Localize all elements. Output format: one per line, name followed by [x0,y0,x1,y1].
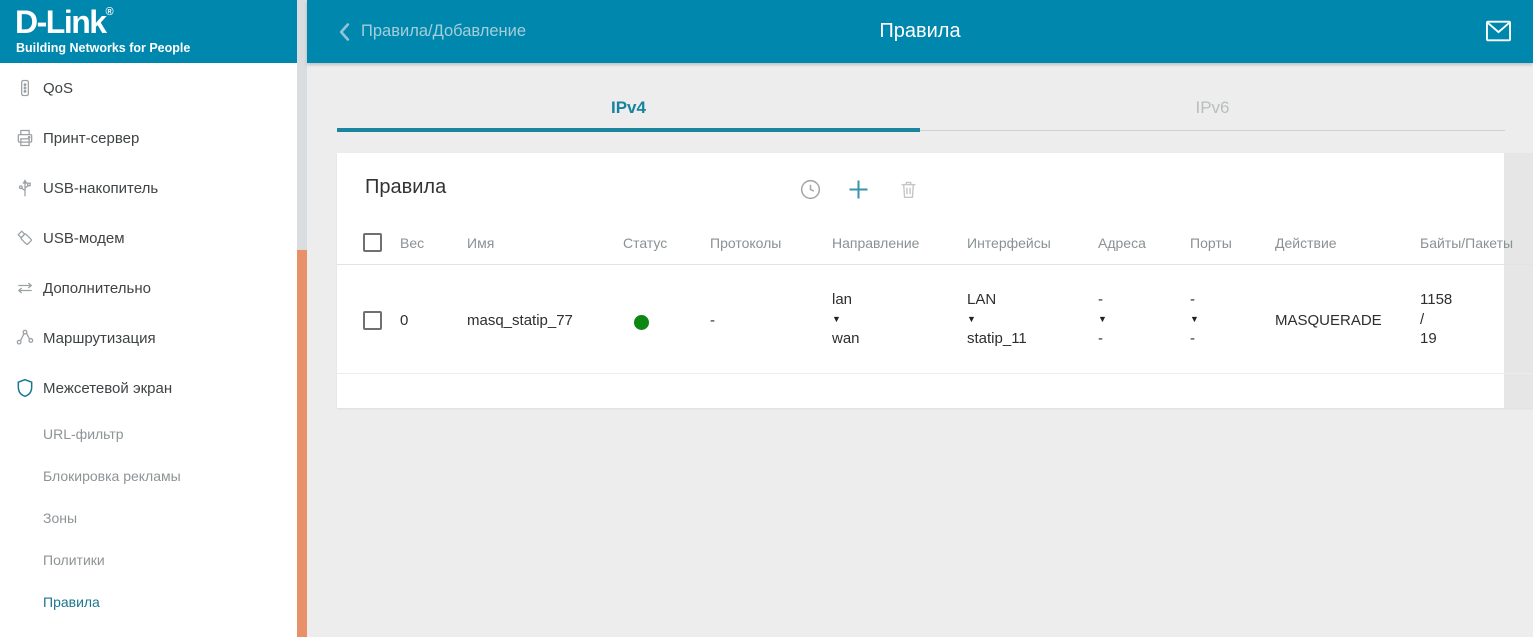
sidebar-scrollbar-thumb[interactable] [297,250,307,637]
mail-button[interactable] [1484,18,1512,44]
cell-ports: - ▼ - [1190,290,1199,349]
sidebar-item-qos[interactable]: QoS [0,63,297,113]
col-header-interfaces: Интерфейсы [967,235,1051,251]
logo-text: D-Link [15,4,106,40]
table-scroll-gutter [1504,153,1533,408]
usb-modem-icon [14,227,36,249]
rules-card: Правила Вес Имя Статус Протоколы Направл… [337,153,1533,408]
sidebar-item-label: Принт-сервер [43,130,139,147]
sidebar-subitem-rules[interactable]: Правила [0,581,297,623]
active-tab-underline [337,128,920,132]
col-header-status: Статус [623,235,667,251]
sidebar-subitem-label: Блокировка рекламы [43,468,181,484]
tab-ipv4[interactable]: IPv4 [337,92,920,124]
select-all-checkbox[interactable] [363,233,382,252]
add-rule-button[interactable] [844,175,872,203]
sidebar-item-usb-modem[interactable]: USB-модем [0,213,297,263]
cell-direction: lan ▼ wan [832,290,860,349]
col-header-ports: Порты [1190,235,1232,251]
col-header-name: Имя [467,235,494,251]
routing-icon [14,327,36,349]
main-content: Правила/Добавление Правила IPv4 IPv6 Пра… [307,0,1533,637]
down-arrow-icon: ▼ [967,310,1027,330]
shield-icon [14,377,36,399]
sidebar-item-label: USB-модем [43,230,125,247]
col-header-bytes-packets: Байты/Пакеты [1420,235,1513,251]
interface-to: statip_11 [967,329,1027,349]
col-header-addresses: Адреса [1098,235,1146,251]
sidebar-subitem-label: Зоны [43,510,77,526]
packets-value: 19 [1420,329,1452,349]
col-header-direction: Направление [832,235,919,251]
cell-interfaces: LAN ▼ statip_11 [967,290,1027,349]
address-to: - [1098,329,1107,349]
sidebar-item-print-server[interactable]: Принт-сервер [0,113,297,163]
sidebar-item-usb-storage[interactable]: USB-накопитель [0,163,297,213]
down-arrow-icon: ▼ [832,310,860,330]
cell-weight: 0 [400,312,408,329]
usb-storage-icon [14,177,36,199]
down-arrow-icon: ▼ [1098,310,1107,330]
sidebar-subitem-policies[interactable]: Политики [0,539,297,581]
card-title: Правила [365,176,446,199]
bytes-separator: / [1420,310,1452,330]
col-header-protocols: Протоколы [710,235,781,251]
delete-button[interactable] [894,175,922,203]
cell-name: masq_statip_77 [467,312,573,329]
cell-bytes-packets: 1158 / 19 [1420,290,1452,349]
sidebar-scrollbar-track [297,0,307,637]
sidebar-subitem-label: Политики [43,552,105,568]
logo-tagline: Building Networks for People [16,41,190,55]
logo-wordmark: D-Link® [15,4,114,41]
sidebar-item-additional[interactable]: Дополнительно [0,263,297,313]
port-to: - [1190,329,1199,349]
top-header-bar: Правила/Добавление Правила [307,0,1533,63]
app-root: D-Link® Building Networks for People QoS… [0,0,1533,637]
arrows-exchange-icon [14,277,36,299]
sidebar-subitem-zones[interactable]: Зоны [0,497,297,539]
sidebar-item-label: Дополнительно [43,280,151,297]
registered-mark: ® [106,6,114,18]
inactive-tab-underline [920,130,1505,131]
cell-protocols: - [710,312,715,329]
tab-ipv6[interactable]: IPv6 [920,92,1505,124]
col-header-weight: Вес [400,235,424,251]
sidebar-subitem-url-filter[interactable]: URL-фильтр [0,413,297,455]
qos-icon [14,77,36,99]
row-divider [337,373,1533,374]
printer-icon [14,127,36,149]
bytes-value: 1158 [1420,290,1452,310]
status-enabled-dot [634,315,649,330]
back-chevron-icon [337,22,352,42]
sidebar-item-firewall[interactable]: Межсетевой экран [0,363,297,413]
header-divider [337,264,1533,265]
down-arrow-icon: ▼ [1190,310,1199,330]
row-checkbox[interactable] [363,311,382,330]
dlink-logo: D-Link® Building Networks for People [0,0,297,63]
clock-icon[interactable] [796,175,824,203]
cell-addresses: - ▼ - [1098,290,1107,349]
interface-from: LAN [967,290,1027,310]
sidebar-subitem-ad-blocking[interactable]: Блокировка рекламы [0,455,297,497]
sidebar-item-label: QoS [43,80,73,97]
sidebar-subitem-label: Правила [43,594,100,610]
breadcrumb-label: Правила/Добавление [361,22,526,41]
sidebar-item-routing[interactable]: Маршрутизация [0,313,297,363]
direction-to: wan [832,329,860,349]
sidebar-item-label: Маршрутизация [43,330,156,347]
breadcrumb[interactable]: Правила/Добавление [337,0,526,63]
col-header-action: Действие [1275,235,1337,251]
address-from: - [1098,290,1107,310]
cell-action: MASQUERADE [1275,312,1382,329]
sidebar-item-label: Межсетевой экран [43,380,172,397]
sidebar-nav: QoS Принт-сервер USB-накопитель USB-моде… [0,63,297,623]
port-from: - [1190,290,1199,310]
sidebar: D-Link® Building Networks for People QoS… [0,0,297,637]
direction-from: lan [832,290,860,310]
sidebar-item-label: USB-накопитель [43,180,158,197]
sidebar-subitem-label: URL-фильтр [43,426,124,442]
